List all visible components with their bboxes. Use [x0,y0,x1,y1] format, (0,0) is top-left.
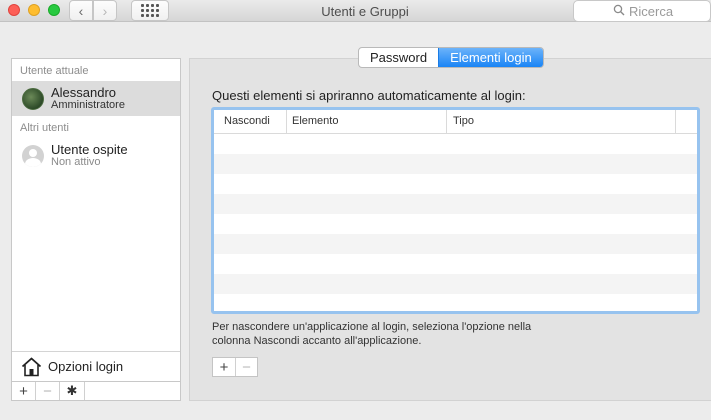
table-row [214,274,697,294]
column-header-item[interactable]: Elemento [287,110,447,133]
user-row-guest[interactable]: Utente ospite Non attivo [12,138,180,173]
user-role: Amministratore [51,98,125,111]
hide-hint-text: Per nascondere un'applicazione al login,… [212,321,532,347]
grid-icon [141,4,159,17]
table-row [214,234,697,254]
back-button[interactable]: ‹ [69,0,93,21]
users-sidebar: Utente attuale Alessandro Amministratore… [11,58,181,401]
table-row [214,154,697,174]
column-header-type[interactable]: Tipo [447,110,676,133]
search-placeholder: Ricerca [629,3,674,19]
login-items-table[interactable]: Nascondi Elemento Tipo [211,107,700,314]
login-items-heading: Questi elementi si apriranno automaticam… [212,88,526,103]
avatar [22,87,44,110]
table-row [214,214,697,234]
table-row [214,194,697,214]
show-all-button[interactable] [131,0,169,21]
other-users-header: Altri utenti [20,122,69,134]
search-icon [613,4,625,19]
login-items-toolbar: + − [212,357,258,377]
forward-button[interactable]: › [93,0,117,21]
add-user-button[interactable]: + [12,382,36,400]
user-name: Alessandro [51,84,117,100]
table-row [214,174,697,194]
window-title: Utenti e Gruppi [321,4,409,19]
gear-icon[interactable]: ✱ [60,382,85,400]
sidebar-toolbar: + − ✱ [12,381,180,400]
table-row [214,254,697,274]
login-options-item[interactable]: Opzioni login [12,351,180,381]
title-bar: ‹ › Utenti e Gruppi Ricerca [0,0,711,22]
tab-bar: Password Elementi login [358,47,544,68]
remove-user-button[interactable]: − [36,382,60,400]
current-user-header: Utente attuale [20,65,89,77]
tab-password[interactable]: Password [359,48,438,67]
house-icon [21,357,42,376]
user-status: Non attivo [51,155,101,168]
user-row-current[interactable]: Alessandro Amministratore [12,81,180,116]
chevron-left-icon: ‹ [78,2,84,19]
zoom-window-button[interactable] [48,4,60,16]
remove-login-item-button[interactable]: − [235,358,257,376]
chevron-right-icon: › [102,2,108,19]
user-name: Utente ospite [51,141,128,157]
column-header-spacer [676,110,697,133]
tab-login-items[interactable]: Elementi login [438,48,543,67]
column-header-hide[interactable]: Nascondi [214,110,287,133]
close-window-button[interactable] [8,4,20,16]
table-row [214,294,697,311]
search-field[interactable]: Ricerca [573,0,711,22]
add-login-item-button[interactable]: + [213,358,235,376]
minimize-window-button[interactable] [28,4,40,16]
table-row [214,134,697,154]
login-options-label: Opzioni login [48,359,124,374]
guest-avatar-icon [22,144,44,167]
table-header: Nascondi Elemento Tipo [214,110,697,134]
